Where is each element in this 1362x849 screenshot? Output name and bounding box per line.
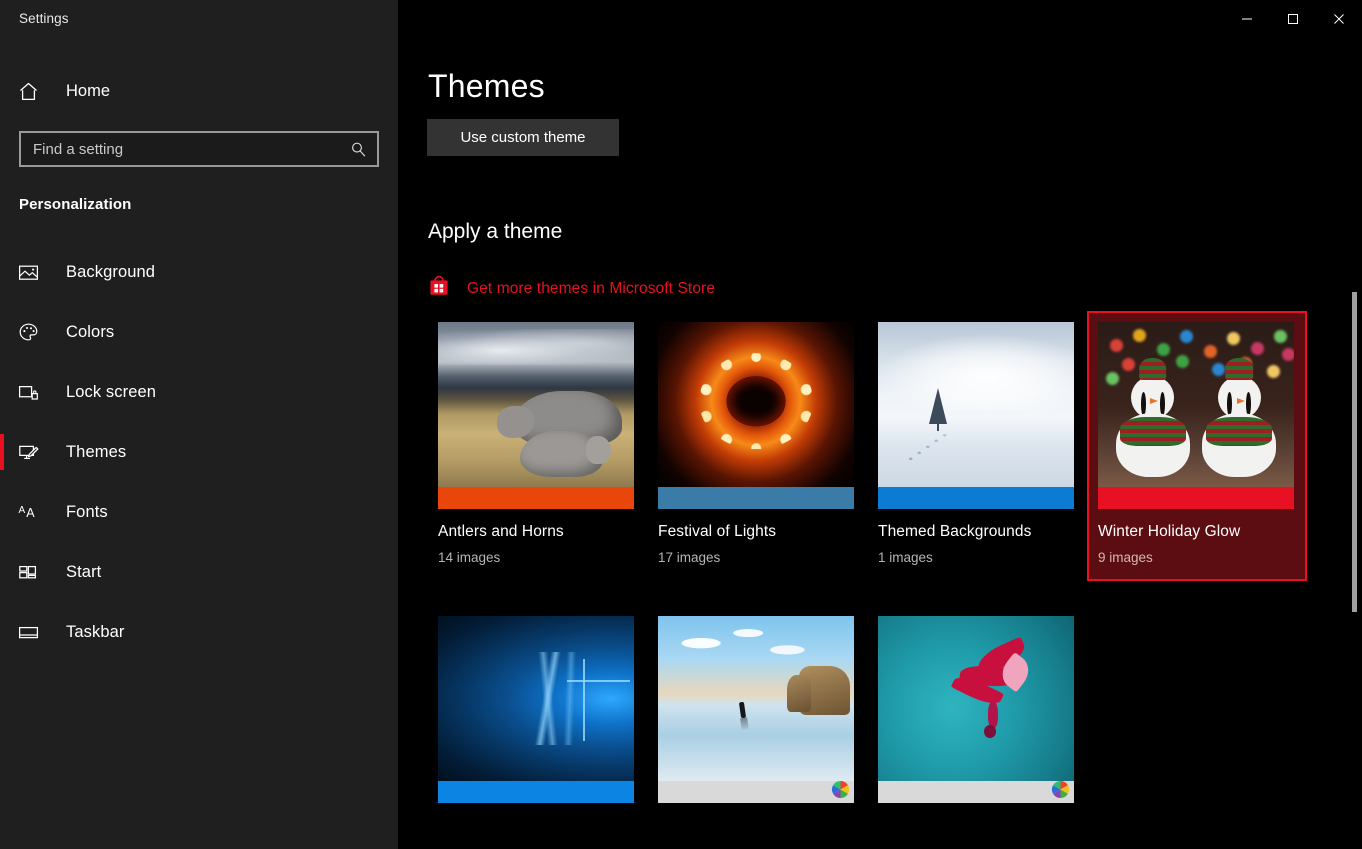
scrollbar-thumb[interactable]: [1352, 292, 1357, 612]
sidebar-item-background[interactable]: Background: [0, 242, 398, 302]
theme-preview-image: [658, 322, 854, 487]
search-icon: [350, 141, 367, 158]
theme-image-count: 9 images: [1098, 550, 1296, 565]
search-box[interactable]: [19, 131, 379, 167]
theme-thumbnail: [878, 322, 1074, 509]
sidebar-nav-list: Background Colors: [0, 242, 398, 662]
color-wheel-icon: [831, 780, 850, 803]
sidebar-item-start[interactable]: Start: [0, 542, 398, 602]
sidebar-item-home-label: Home: [66, 82, 110, 101]
theme-accent-strip: [658, 781, 854, 803]
theme-card-antlers-and-horns[interactable]: Antlers and Horns 14 images: [427, 311, 647, 581]
theme-thumbnail: [438, 322, 634, 509]
theme-card-festival-of-lights[interactable]: Festival of Lights 17 images: [647, 311, 867, 581]
sidebar-item-colors-label: Colors: [66, 323, 114, 342]
theme-card-themed-backgrounds[interactable]: Themed Backgrounds 1 images: [867, 311, 1087, 581]
theme-card-winter-holiday-glow[interactable]: Winter Holiday Glow 9 images: [1087, 311, 1307, 581]
theme-card-windows[interactable]: [427, 605, 647, 833]
theme-preview-image: [438, 322, 634, 487]
theme-image-count: 17 images: [658, 550, 856, 565]
sidebar-item-colors[interactable]: Colors: [0, 302, 398, 362]
settings-window: Settings: [0, 0, 1362, 849]
taskbar-icon: [18, 622, 44, 643]
theme-name: Festival of Lights: [658, 523, 856, 541]
theme-thumbnail: [438, 616, 634, 803]
themes-icon: [18, 442, 44, 463]
theme-card-beach[interactable]: [647, 605, 867, 833]
sidebar-item-start-label: Start: [66, 563, 101, 582]
theme-image-count: 14 images: [438, 550, 636, 565]
use-custom-theme-button[interactable]: Use custom theme: [427, 119, 619, 156]
theme-card-flower[interactable]: [867, 605, 1087, 833]
minimize-icon: [1241, 13, 1253, 25]
theme-grid: Antlers and Horns 14 images Festival of …: [427, 311, 1307, 833]
theme-accent-strip: [1098, 487, 1294, 509]
get-more-themes-label: Get more themes in Microsoft Store: [467, 280, 715, 298]
home-icon: [18, 81, 44, 102]
close-icon: [1333, 13, 1345, 25]
sidebar-item-taskbar[interactable]: Taskbar: [0, 602, 398, 662]
vertical-scrollbar[interactable]: [1346, 38, 1362, 849]
sidebar-section-title: Personalization: [19, 196, 131, 213]
theme-thumbnail: [878, 616, 1074, 803]
window-controls: [1224, 0, 1362, 38]
theme-thumbnail: [1098, 322, 1294, 509]
theme-accent-strip: [878, 781, 1074, 803]
search-button[interactable]: [339, 133, 377, 165]
minimize-button[interactable]: [1224, 0, 1270, 38]
main-content: Themes Use custom theme Apply a theme Ge…: [398, 0, 1362, 849]
theme-name: Antlers and Horns: [438, 523, 636, 541]
theme-row: Antlers and Horns 14 images Festival of …: [427, 311, 1307, 581]
sidebar-item-themes[interactable]: Themes: [0, 422, 398, 482]
sidebar-item-lock-screen-label: Lock screen: [66, 383, 156, 402]
theme-row: [427, 605, 1307, 833]
picture-icon: [18, 262, 44, 283]
sidebar-item-home[interactable]: Home: [0, 70, 398, 112]
theme-accent-strip: [438, 487, 634, 509]
sidebar-item-background-label: Background: [66, 263, 155, 282]
theme-name: Themed Backgrounds: [878, 523, 1076, 541]
theme-name: Winter Holiday Glow: [1098, 523, 1296, 541]
get-more-themes-link[interactable]: Get more themes in Microsoft Store: [427, 274, 715, 303]
theme-preview-image: [878, 322, 1074, 487]
search-input[interactable]: [21, 133, 339, 165]
sidebar-item-themes-label: Themes: [66, 443, 126, 462]
start-icon: [18, 562, 44, 583]
lockscreen-icon: [18, 382, 44, 403]
theme-preview-image: [878, 616, 1074, 781]
sidebar: Home Personalization: [0, 0, 398, 849]
page-title: Themes: [428, 68, 545, 105]
color-wheel-icon: [1051, 780, 1070, 803]
svg-text:A: A: [26, 506, 35, 520]
fonts-icon: A A: [18, 502, 44, 523]
sidebar-item-lock-screen[interactable]: Lock screen: [0, 362, 398, 422]
apply-a-theme-heading: Apply a theme: [428, 220, 562, 244]
microsoft-store-icon: [427, 274, 451, 303]
sidebar-item-fonts[interactable]: A A Fonts: [0, 482, 398, 542]
palette-icon: [18, 322, 44, 343]
sidebar-item-fonts-label: Fonts: [66, 503, 108, 522]
maximize-icon: [1287, 13, 1299, 25]
close-button[interactable]: [1316, 0, 1362, 38]
svg-text:A: A: [19, 505, 26, 516]
sidebar-item-taskbar-label: Taskbar: [66, 623, 124, 642]
theme-accent-strip: [658, 487, 854, 509]
theme-image-count: 1 images: [878, 550, 1076, 565]
selection-indicator: [0, 434, 4, 470]
theme-preview-image: [658, 616, 854, 781]
theme-accent-strip: [438, 781, 634, 803]
theme-thumbnail: [658, 616, 854, 803]
theme-preview-image: [1098, 322, 1294, 487]
theme-thumbnail: [658, 322, 854, 509]
theme-preview-image: [438, 616, 634, 781]
theme-accent-strip: [878, 487, 1074, 509]
maximize-button[interactable]: [1270, 0, 1316, 38]
